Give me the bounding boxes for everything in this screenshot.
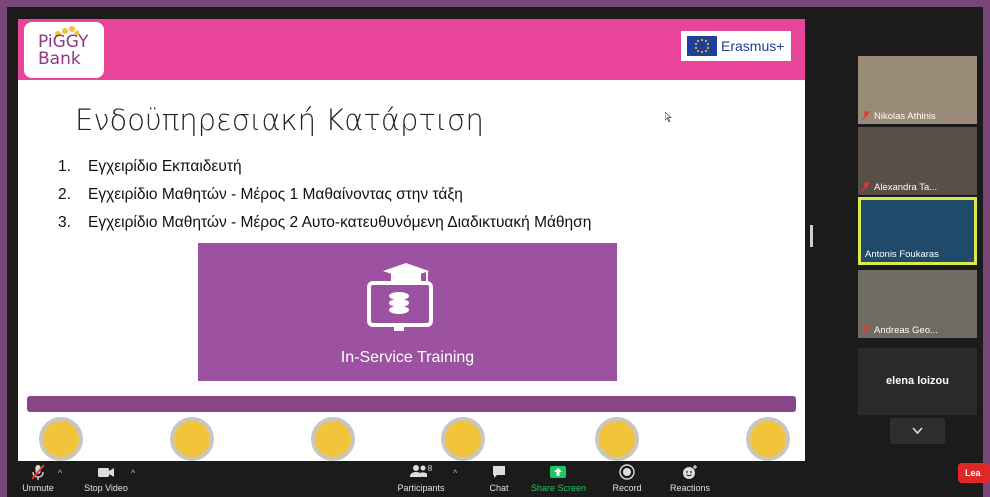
reactions-label: Reactions — [669, 483, 711, 493]
logo-text: PiGGY Bank — [38, 34, 89, 68]
coin-icon — [39, 417, 83, 461]
share-screen-button[interactable]: Share Screen — [531, 464, 587, 493]
participants-count: 8 — [427, 464, 433, 473]
list-item: 1. Εγχειρίδιο Εκπαιδευτή — [58, 159, 591, 187]
participant-name: Andreas Geo... — [862, 325, 938, 336]
erasmus-logo: Erasmus+ — [681, 31, 791, 61]
audio-options-caret-icon[interactable]: ^ — [58, 468, 62, 478]
unmute-button[interactable]: Unmute — [20, 464, 56, 493]
purple-bar — [27, 396, 796, 412]
piggy-bank-logo: PiGGY Bank — [24, 22, 104, 78]
participants-icon-wrap: 8 — [393, 464, 449, 480]
training-banner: In-Service Training — [198, 243, 617, 381]
monitor-graduation-cap-icon — [367, 263, 433, 331]
chat-button[interactable]: Chat — [483, 464, 515, 493]
mic-muted-icon — [862, 111, 870, 120]
participants-label: Participants — [397, 483, 445, 493]
participants-button[interactable]: 8 Participants — [393, 464, 449, 493]
participants-options-caret-icon[interactable]: ^ — [453, 468, 457, 478]
participant-tile-active[interactable]: Antonis Foukaras — [858, 197, 977, 265]
chat-bubble-icon — [493, 466, 505, 478]
smiley-plus-icon — [683, 465, 697, 479]
list-number: 2. — [58, 186, 71, 203]
list-text: Εγχειρίδιο Μαθητών - Μέρος 1 Μαθαίνοντας… — [88, 186, 463, 203]
list-text: Εγχειρίδιο Εκπαιδευτή — [88, 158, 242, 175]
participant-tile[interactable]: Andreas Geo... — [858, 270, 977, 338]
mouse-cursor-icon — [665, 112, 672, 122]
participant-name: Nikolas Athinis — [862, 111, 936, 122]
share-screen-label: Share Screen — [531, 483, 587, 493]
training-label: In-Service Training — [340, 349, 475, 366]
coin-icon — [595, 417, 639, 461]
stop-video-button[interactable]: Stop Video — [84, 464, 128, 493]
zoom-window: PiGGY Bank Erasmus+ Ενδοϋπηρεσιακή Κατάρ… — [7, 7, 983, 497]
scroll-down-button[interactable] — [890, 418, 945, 444]
chat-label: Chat — [489, 483, 509, 493]
record-icon — [619, 464, 635, 480]
list-item: 2. Εγχειρίδιο Μαθητών - Μέρος 1 Μαθαίνοντ… — [58, 187, 591, 215]
participant-name: Antonis Foukaras — [865, 249, 939, 260]
record-label: Record — [612, 483, 642, 493]
microphone-muted-icon — [31, 464, 45, 480]
chevron-down-icon — [912, 427, 923, 435]
stop-video-label: Stop Video — [84, 483, 128, 493]
coin-icon — [441, 417, 485, 461]
participant-name: Alexandra Ta... — [862, 182, 937, 193]
participant-tile[interactable]: elena loizou — [858, 348, 977, 415]
meeting-toolbar: Unmute ^ Stop Video ^ 8 Participants ^ C… — [7, 462, 983, 497]
slide-header: PiGGY Bank Erasmus+ — [18, 19, 805, 80]
mic-muted-icon — [862, 182, 870, 191]
shared-screen: PiGGY Bank Erasmus+ Ενδοϋπηρεσιακή Κατάρ… — [18, 19, 805, 461]
handbook-list: 1. Εγχειρίδιο Εκπαιδευτή 2. Εγχειρίδιο Μαθ… — [58, 159, 591, 243]
list-number: 3. — [58, 214, 71, 231]
people-icon — [409, 465, 427, 477]
record-button[interactable]: Record — [611, 464, 643, 493]
participant-name-text: Nikolas Athinis — [874, 111, 936, 122]
participant-name-text: Alexandra Ta... — [874, 182, 938, 193]
eu-flag-icon — [687, 36, 717, 56]
list-item: 3. Εγχειρίδιο Μαθητών - Μέρος 2 Αυτο-κατε… — [58, 215, 591, 243]
unmute-label: Unmute — [22, 483, 54, 493]
participant-tile[interactable]: Nikolas Athinis — [858, 56, 977, 124]
video-options-caret-icon[interactable]: ^ — [131, 468, 135, 478]
participant-name-text: Andreas Geo... — [874, 325, 938, 336]
list-number: 1. — [58, 158, 71, 175]
share-screen-icon — [550, 466, 566, 478]
slide-title: Ενδοϋπηρεσιακή Κατάρτιση — [75, 103, 484, 137]
participant-tile[interactable]: Alexandra Ta... — [858, 127, 977, 195]
mic-muted-icon — [862, 325, 870, 334]
logo-line-2: Bank — [38, 49, 81, 69]
list-text: Εγχειρίδιο Μαθητών - Μέρος 2 Αυτο-κατευθ… — [88, 214, 592, 231]
video-camera-icon — [98, 468, 114, 477]
participant-name: elena loizou — [886, 375, 949, 387]
erasmus-label: Erasmus+ — [721, 38, 785, 54]
splitter-handle[interactable] — [810, 225, 813, 247]
leave-button[interactable]: Lea — [958, 463, 990, 483]
coin-icon — [311, 417, 355, 461]
coin-icon — [746, 417, 790, 461]
reactions-button[interactable]: Reactions — [667, 464, 713, 493]
coin-icon — [170, 417, 214, 461]
